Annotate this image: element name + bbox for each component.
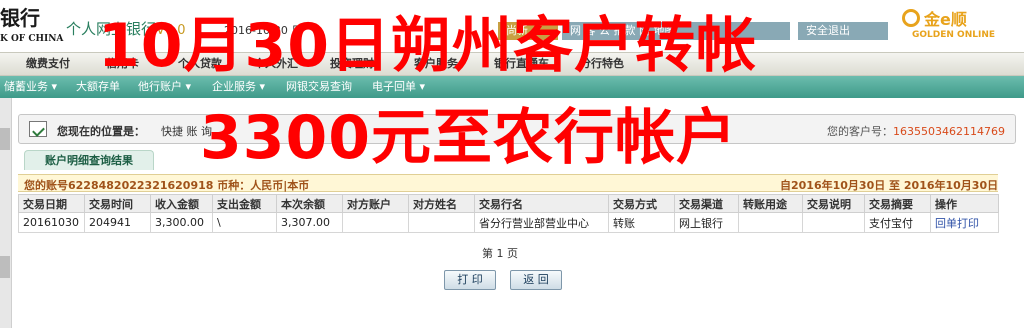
- golden-logo-sub: GOLDEN ONLINE: [912, 30, 996, 40]
- menu-item-payment[interactable]: 缴费支付: [26, 53, 70, 75]
- cell-time: 204941: [84, 212, 151, 233]
- cell-balance: 3,307.00: [276, 212, 343, 233]
- sidebar-toggle[interactable]: [0, 128, 10, 150]
- cell-summary: 支付宝付: [864, 212, 931, 233]
- transaction-table: 交易日期 交易时间 收入金额 支出金额 本次余额 对方账户 对方姓名 交易行名 …: [18, 194, 999, 233]
- overlay-caption-line1: 10月30日朔州客户转帐: [98, 11, 757, 81]
- cell-purpose: [738, 212, 803, 233]
- col-header: 收入金额: [150, 194, 213, 213]
- cell-counter-account: [342, 212, 409, 233]
- col-header: 交易说明: [802, 194, 865, 213]
- print-button[interactable]: 打 印: [444, 270, 496, 290]
- cell-branch: 省分行营业部营业中心: [474, 212, 609, 233]
- table-header-row: 交易日期 交易时间 收入金额 支出金额 本次余额 对方账户 对方姓名 交易行名 …: [18, 194, 999, 213]
- account-number-currency: 您的账号6228482022321620918 币种：人民币|本币: [24, 179, 310, 192]
- bank-name-en: K OF CHINA: [0, 34, 64, 44]
- customer-number: 您的客户号：1635503462114769: [827, 123, 1005, 139]
- col-header: 支出金额: [212, 194, 277, 213]
- account-info-bar: 您的账号6228482022321620918 币种：人民币|本币 自2016年…: [18, 174, 998, 192]
- col-header: 交易行名: [474, 194, 609, 213]
- edit-check-icon: [29, 121, 47, 137]
- col-header: 转账用途: [738, 194, 803, 213]
- col-header: 对方姓名: [408, 194, 475, 213]
- sidebar-strip: [0, 98, 12, 328]
- cell-description: [802, 212, 865, 233]
- page-root: 银行 K OF CHINA 个人网上银行V6.0 2016-10-30 日 尚新…: [0, 0, 1024, 328]
- col-header: 对方账户: [342, 194, 409, 213]
- cell-method: 转账: [608, 212, 675, 233]
- customer-number-value: 1635503462114769: [893, 125, 1005, 138]
- cell-income: 3,300.00: [150, 212, 213, 233]
- golden-logo-icon: [902, 9, 920, 27]
- col-header: 交易渠道: [674, 194, 739, 213]
- sidebar-toggle-lower[interactable]: [0, 256, 10, 278]
- query-date-range: 自2016年10月30日 至 2016年10月30日: [780, 179, 999, 192]
- receipt-print-link[interactable]: 回单打印: [930, 212, 999, 233]
- customer-number-label: 您的客户号：: [827, 125, 894, 138]
- col-header: 交易摘要: [864, 194, 931, 213]
- golden-logo-name: 金e顺: [924, 10, 967, 29]
- overlay-caption-line2: 3300元至农行帐户: [200, 103, 737, 173]
- col-header: 操作: [930, 194, 999, 213]
- submenu-item-savings[interactable]: 储蓄业务 ▾: [4, 76, 57, 98]
- col-header: 交易方式: [608, 194, 675, 213]
- tab-account-detail[interactable]: 账户明细查询结果: [24, 150, 154, 170]
- col-header: 交易时间: [84, 194, 151, 213]
- page-number: 第 1 页: [482, 247, 518, 260]
- back-button[interactable]: 返 回: [510, 270, 562, 290]
- cell-channel: 网上银行: [674, 212, 739, 233]
- col-header: 本次余额: [276, 194, 343, 213]
- logout-link[interactable]: 安全退出: [798, 22, 888, 40]
- col-header: 交易日期: [18, 194, 85, 213]
- bank-name-cn: 银行: [0, 6, 40, 30]
- golden-online-logo: 金e顺 GOLDEN ONLINE: [898, 6, 1018, 46]
- cell-counter-name: [408, 212, 475, 233]
- cell-expense: \: [212, 212, 277, 233]
- cell-date: 20161030: [18, 212, 85, 233]
- location-label: 您现在的位置是：: [57, 125, 145, 138]
- table-row: 20161030 204941 3,300.00 \ 3,307.00 省分行营…: [18, 212, 999, 233]
